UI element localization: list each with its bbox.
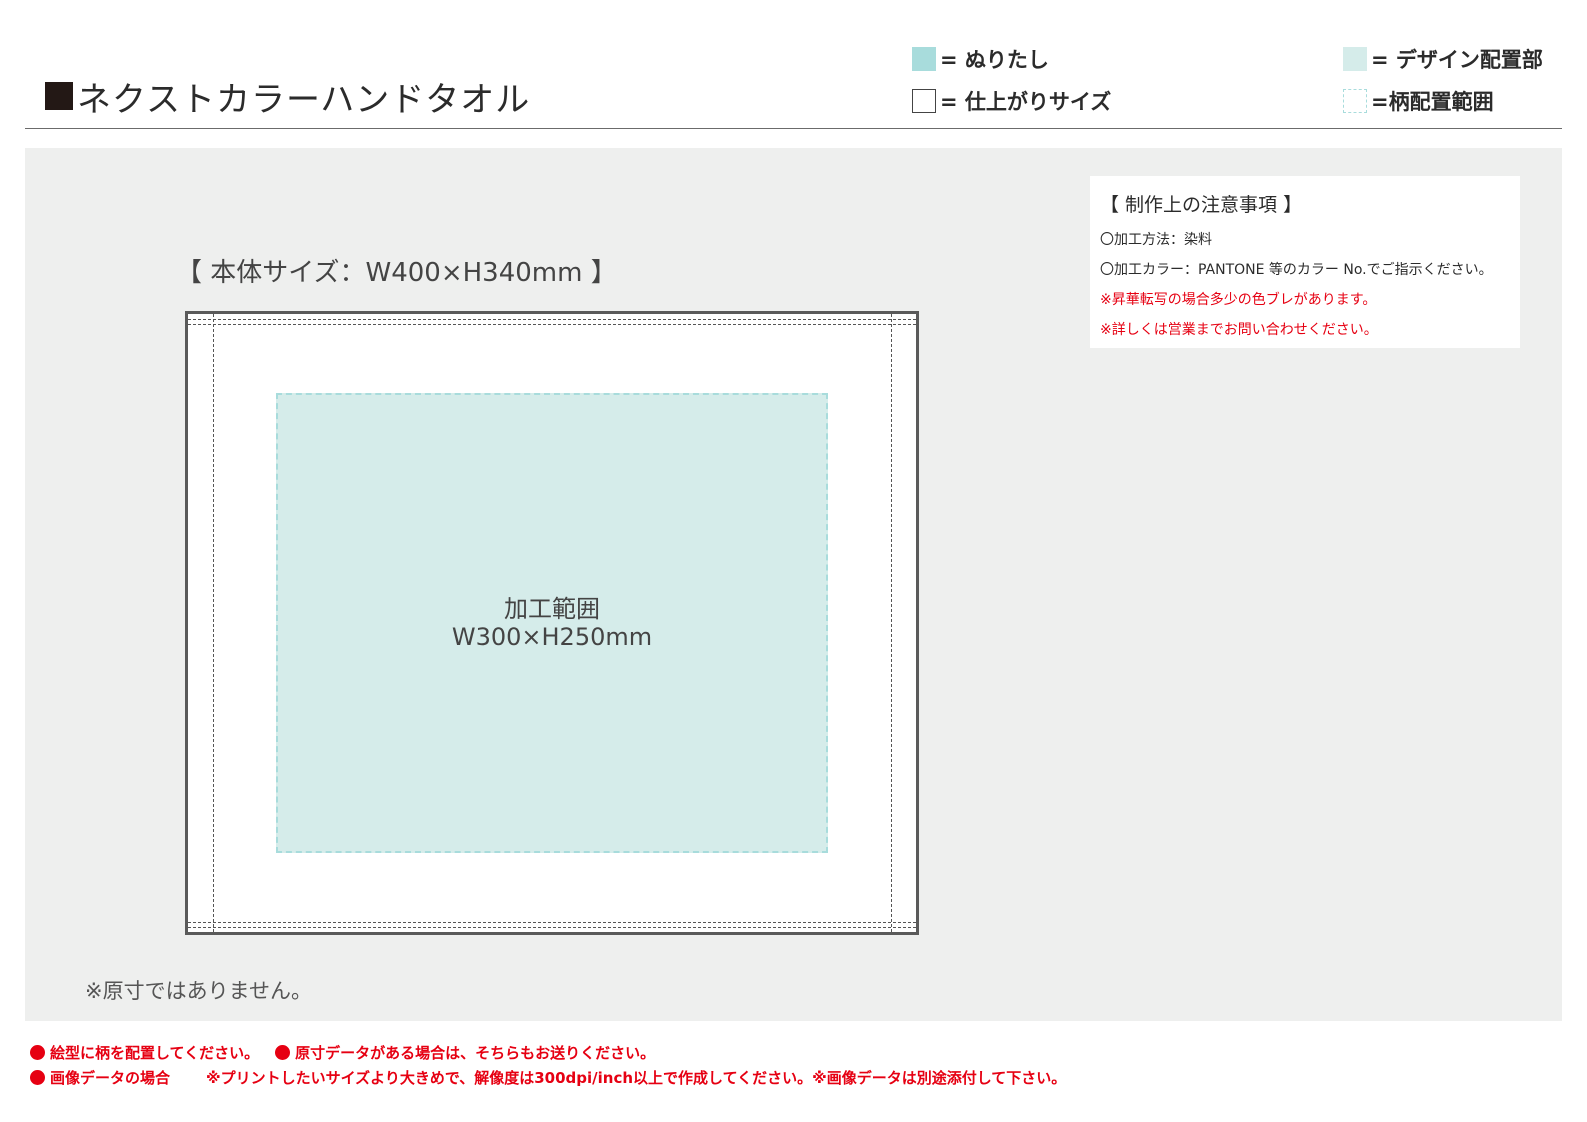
body-size-label: 【 本体サイズ：W400×H340mm 】 [176,258,617,288]
notes-title: 【 制作上の注意事項 】 [1100,194,1303,216]
legend-bleed: = ぬりたし [912,44,1049,74]
bleed-guide-bottom [188,927,916,928]
footer-line-1: 絵型に柄を配置してください。 原寸データがある場合は、そちらもお送りください。 [30,1042,655,1063]
legend-bleed-label: = ぬりたし [940,48,1049,72]
print-area[interactable]: 加工範囲 W300×H250mm [276,393,828,853]
footer-item-1: 絵型に柄を配置してください。 [50,1044,260,1062]
title-square-icon [45,82,73,110]
hem-guide-left [213,314,214,932]
bleed-guide-top [188,319,916,320]
page-header: ネクストカラーハンドタオル [45,74,531,120]
page-title: ネクストカラーハンドタオル [77,79,531,120]
note-method: 〇加工方法：染料 [1100,232,1212,248]
legend-trim-label: = 仕上がりサイズ [940,90,1112,114]
hem-guide-right [891,314,892,932]
print-area-size: W300×H250mm [451,623,653,651]
legend-trim: = 仕上がりサイズ [912,86,1111,116]
trim-swatch-icon [912,89,936,113]
footer-item-3-label: 画像データの場合 [50,1069,171,1087]
legend-pattern-label: =柄配置範囲 [1371,90,1494,114]
legend-design-label: = デザイン配置部 [1371,48,1543,72]
footer-item-3-text: ※プリントしたいサイズより大きめで、解像度は300dpi/inch以上で作成して… [206,1069,1067,1087]
not-actual-size-note: ※原寸ではありません。 [85,979,312,1003]
note-warning-contact: ※詳しくは営業までお問い合わせください。 [1100,322,1378,338]
trim-guide-bottom [188,922,916,923]
design-swatch-icon [1343,47,1367,71]
legend-pattern: =柄配置範囲 [1343,86,1494,116]
bullet-icon [30,1045,45,1060]
bleed-swatch-icon [912,47,936,71]
footer-item-2: 原寸データがある場合は、そちらもお送りください。 [295,1044,656,1062]
bullet-icon [275,1045,291,1060]
bullet-icon [30,1070,45,1085]
note-color: 〇加工カラー：PANTONE 等のカラー No.でご指示ください。 [1100,262,1493,278]
note-warning-color-shift: ※昇華転写の場合多少の色ブレがあります。 [1100,292,1377,308]
pattern-swatch-icon [1343,89,1367,113]
footer-line-2: 画像データの場合 ※プリントしたいサイズより大きめで、解像度は300dpi/inc… [30,1067,1066,1088]
trim-guide-top [188,324,916,325]
print-area-title: 加工範囲 [504,595,600,623]
header-divider [25,128,1562,129]
legend-design: = デザイン配置部 [1343,44,1543,74]
production-notes: 【 制作上の注意事項 】 〇加工方法：染料 〇加工カラー：PANTONE 等のカ… [1090,176,1520,348]
